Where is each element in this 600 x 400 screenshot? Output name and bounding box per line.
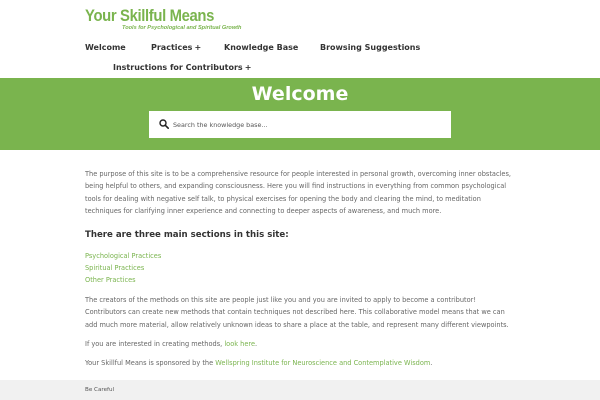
nav-instructions-label: Instructions for Contributors (113, 63, 243, 72)
sponsor-paragraph: Your Skillful Means is sponsored by the … (85, 357, 515, 369)
list-item: Psychological Practices (85, 250, 515, 262)
site-tagline: Tools for Psychological and Spiritual Gr… (122, 25, 242, 31)
contributors-paragraph: The creators of the methods on this site… (85, 296, 509, 329)
nav-practices[interactable]: Practices + (151, 43, 201, 53)
site-footer: Be Careful (0, 380, 600, 400)
creating-methods-text: If you are interested in creating method… (85, 340, 225, 349)
nav-welcome-label: Welcome (85, 43, 126, 52)
site-header: Your Skillful Means Tools for Psychologi… (0, 0, 600, 78)
main-content: The purpose of this site is to be a comp… (85, 168, 515, 370)
footer-text[interactable]: Be Careful (85, 387, 114, 393)
link-other-practices[interactable]: Other Practices (85, 276, 136, 284)
nav-knowledge-base[interactable]: Knowledge Base (224, 43, 298, 53)
search-box[interactable] (149, 111, 451, 138)
creating-methods-suffix: . (255, 340, 258, 349)
nav-browsing-suggestions[interactable]: Browsing Suggestions (320, 43, 420, 53)
site-logo[interactable]: Your Skillful Means Tools for Psychologi… (85, 8, 242, 32)
hero-banner: Welcome (0, 78, 600, 150)
creating-methods-paragraph: If you are interested in creating method… (85, 338, 515, 350)
plus-icon: + (244, 63, 252, 72)
nav-knowledge-base-label: Knowledge Base (224, 43, 299, 52)
search-input[interactable] (173, 111, 445, 138)
sections-heading: There are three main sections in this si… (85, 230, 289, 241)
search-icon (159, 119, 169, 129)
plus-icon: + (194, 43, 202, 52)
link-spiritual-practices[interactable]: Spiritual Practices (85, 264, 144, 272)
sections-list: Psychological Practices Spiritual Practi… (85, 250, 515, 286)
wellspring-institute-link[interactable]: Wellspring Institute for Neuroscience an… (215, 359, 430, 367)
nav-practices-label: Practices (151, 43, 193, 52)
page-title: Welcome (251, 83, 349, 105)
link-psychological-practices[interactable]: Psychological Practices (85, 252, 161, 260)
nav-welcome[interactable]: Welcome (85, 43, 126, 53)
site-title[interactable]: Your Skillful Means (85, 8, 226, 25)
sponsor-text: Your Skillful Means is sponsored by the (85, 359, 216, 368)
look-here-link[interactable]: look here (224, 340, 255, 348)
nav-instructions-for-contributors[interactable]: Instructions for Contributors + (113, 63, 251, 73)
list-item: Spiritual Practices (85, 262, 515, 274)
intro-paragraph: The purpose of this site is to be a comp… (85, 170, 511, 215)
sponsor-suffix: . (430, 359, 433, 368)
nav-browsing-suggestions-label: Browsing Suggestions (320, 43, 421, 52)
list-item: Other Practices (85, 274, 515, 286)
